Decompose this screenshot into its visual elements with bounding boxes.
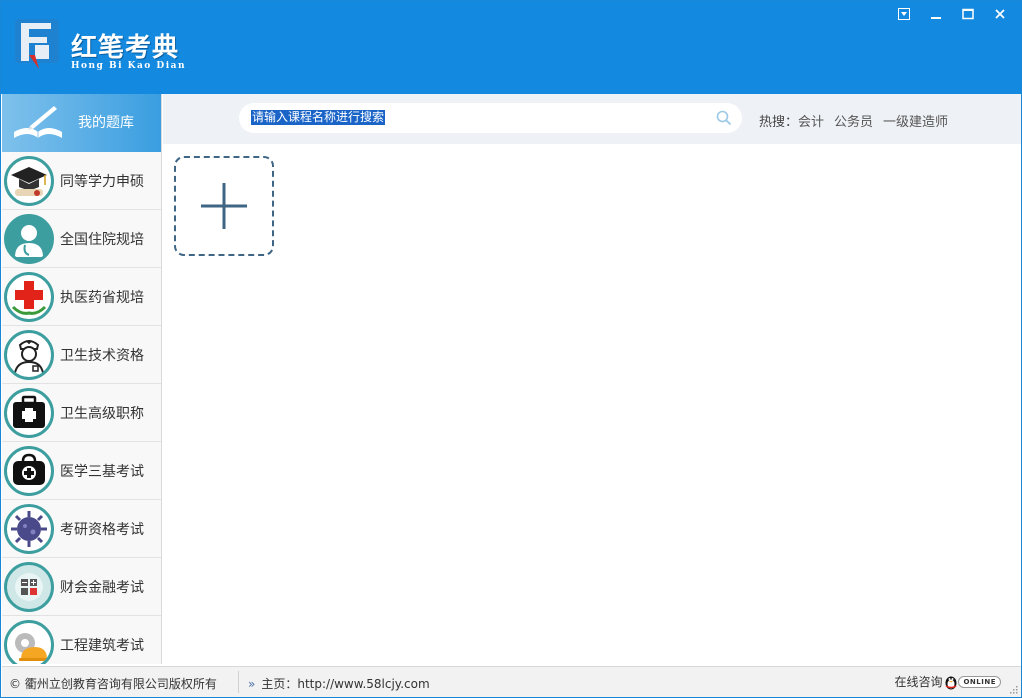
brand-title: 红笔考典 — [71, 33, 180, 63]
sidebar: 我的题库 同等学力申硕 全国住院规培 执医药省规培 卫生技术资格 卫生高级职称 … — [2, 94, 162, 664]
hot-search-link-accounting[interactable]: 会计 — [798, 111, 824, 130]
sidebar-item-postgraduate[interactable]: 考研资格考试 — [2, 500, 161, 558]
sidebar-item-senior-title[interactable]: 卫生高级职称 — [2, 384, 161, 442]
virus-icon — [4, 503, 54, 554]
doctor-icon — [4, 213, 54, 264]
sidebar-item-licensed-physician[interactable]: 执医药省规培 — [2, 268, 161, 326]
search-bar-area: 请输入课程名称进行搜索 热搜： 会计 公务员 一级建造师 — [163, 94, 1021, 144]
maximize-button[interactable] — [955, 5, 981, 23]
sidebar-item-finance-accounting[interactable]: 财会金融考试 — [2, 558, 161, 616]
online-consult-button[interactable]: 在线咨询 ONLINE — [894, 673, 1001, 690]
sidebar-item-label: 卫生技术资格 — [60, 347, 144, 364]
sidebar-item-residency-training[interactable]: 全国住院规培 — [2, 210, 161, 268]
sidebar-item-health-tech-qualification[interactable]: 卫生技术资格 — [2, 326, 161, 384]
minimize-icon — [931, 17, 941, 19]
hot-search: 热搜： 会计 公务员 一级建造师 — [759, 111, 948, 130]
app-window: 红笔考典 Hong Bi Kao Dian 我的题库 同等学力申硕 全国住院规培… — [0, 0, 1022, 698]
sidebar-item-label: 医学三基考试 — [60, 463, 144, 480]
copyright-text: © 衢州立创教育咨询有限公司版权所有 — [9, 677, 217, 691]
sidebar-item-label: 财会金融考试 — [60, 579, 144, 596]
hot-search-link-civil-servant[interactable]: 公务员 — [834, 111, 873, 130]
close-button[interactable] — [987, 5, 1013, 23]
nurse-icon — [4, 329, 54, 380]
resize-grip-icon[interactable] — [1008, 684, 1018, 694]
sidebar-item-label: 同等学力申硕 — [60, 173, 144, 190]
first-aid-kit-icon — [4, 387, 54, 438]
maximize-icon — [962, 8, 974, 20]
double-chevron-right-icon: » — [248, 676, 256, 691]
online-badge-text: ONLINE — [958, 675, 1001, 688]
online-consult-label: 在线咨询 — [894, 675, 943, 689]
homepage-link[interactable]: » 主页：http://www.58lcjy.com — [248, 675, 430, 692]
sidebar-item-label: 工程建筑考试 — [60, 637, 144, 654]
sidebar-item-medical-basics[interactable]: 医学三基考试 — [2, 442, 161, 500]
online-badge: ONLINE — [944, 674, 1001, 690]
minimize-button[interactable] — [923, 5, 949, 23]
hot-search-link-constructor[interactable]: 一级建造师 — [883, 111, 948, 130]
sidebar-header-label: 我的题库 — [78, 115, 134, 131]
sidebar-item-label: 执医药省规培 — [60, 289, 144, 306]
main-content — [163, 144, 1021, 664]
hardhat-gear-icon — [4, 619, 54, 664]
sidebar-item-label: 卫生高级职称 — [60, 405, 144, 422]
brand-logo-icon — [15, 19, 59, 69]
homepage-label: 主页：http://www.58lcjy.com — [261, 677, 430, 691]
add-course-button[interactable] — [174, 156, 274, 256]
medical-bag-icon — [4, 445, 54, 496]
sidebar-item-engineering-construction[interactable]: 工程建筑考试 — [2, 616, 161, 664]
penguin-icon — [945, 676, 957, 689]
menu-dropdown-button[interactable] — [891, 5, 917, 23]
plus-icon — [201, 183, 247, 229]
my-question-bank-header[interactable]: 我的题库 — [2, 94, 161, 152]
brand-logo: 红笔考典 Hong Bi Kao Dian — [9, 13, 219, 79]
sidebar-item-label: 考研资格考试 — [60, 521, 144, 538]
title-bar: 红笔考典 Hong Bi Kao Dian — [1, 1, 1021, 94]
search-icon[interactable] — [716, 110, 732, 126]
sidebar-item-equivalent-degree[interactable]: 同等学力申硕 — [2, 152, 161, 210]
close-icon — [995, 9, 1005, 19]
dropdown-icon — [898, 8, 910, 20]
search-box[interactable]: 请输入课程名称进行搜索 — [239, 103, 742, 133]
search-placeholder: 请输入课程名称进行搜索 — [251, 110, 386, 125]
brand-subtitle: Hong Bi Kao Dian — [71, 61, 187, 71]
red-cross-icon — [4, 271, 54, 322]
calculator-icon — [4, 561, 54, 612]
divider — [238, 671, 239, 693]
status-bar: © 衢州立创教育咨询有限公司版权所有 » 主页：http://www.58lcj… — [2, 666, 1021, 697]
hot-search-label: 热搜： — [759, 115, 799, 130]
book-pen-icon — [14, 106, 62, 138]
graduation-cap-icon — [4, 155, 54, 206]
window-controls — [891, 5, 1013, 23]
sidebar-item-label: 全国住院规培 — [60, 231, 144, 248]
